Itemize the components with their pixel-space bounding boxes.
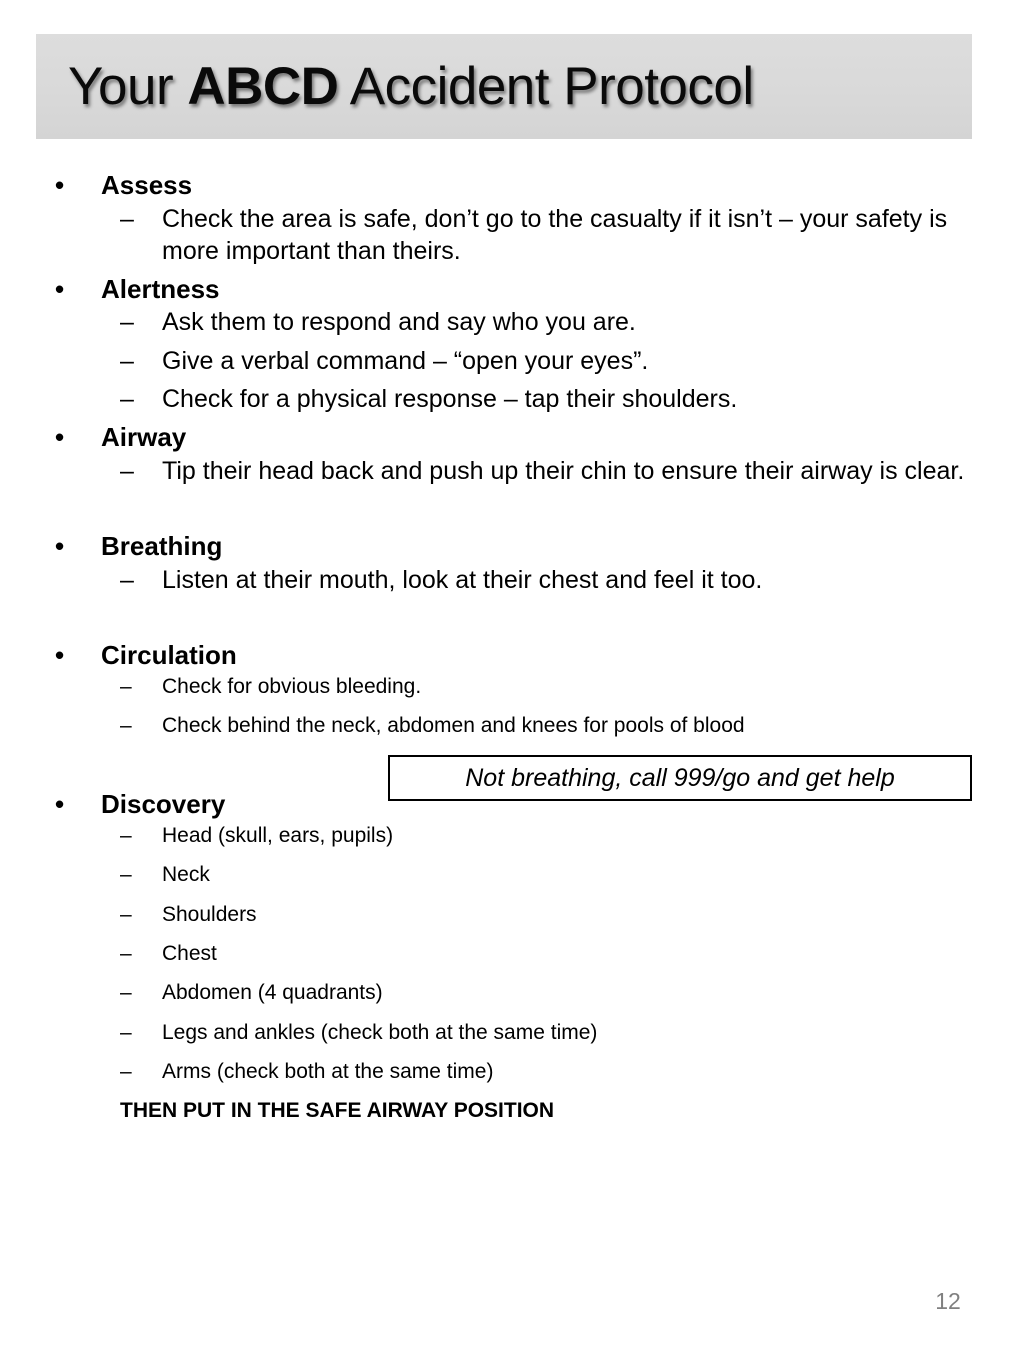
bullet-icon: • bbox=[55, 531, 65, 562]
list-item: – Arms (check both at the same time) bbox=[0, 1058, 1024, 1085]
callout-text: Not breathing, call 999/go and get help bbox=[465, 763, 895, 792]
section-heading: • Assess bbox=[0, 170, 1024, 201]
list-item-label: Listen at their mouth, look at their che… bbox=[162, 565, 763, 594]
list-item: – Listen at their mouth, look at their c… bbox=[0, 564, 1024, 597]
list-item-label: Chest bbox=[162, 942, 217, 966]
dash-icon: – bbox=[120, 1020, 132, 1044]
bullet-icon: • bbox=[55, 421, 65, 452]
section-breathing: • Breathing – Listen at their mouth, loo… bbox=[0, 531, 1024, 596]
list-item-label: Abdomen (4 quadrants) bbox=[162, 981, 383, 1005]
list-item: – Shoulders bbox=[0, 901, 1024, 928]
closing-statement: THEN PUT IN THE SAFE AIRWAY POSITION bbox=[120, 1099, 555, 1123]
list-item: – Head (skull, ears, pupils) bbox=[0, 822, 1024, 849]
title-emphasis: ABCD bbox=[187, 56, 339, 116]
list-item: – Check for a physical response – tap th… bbox=[0, 383, 1024, 416]
list-item: – Ask them to respond and say who you ar… bbox=[0, 306, 1024, 339]
section-assess: • Assess – Check the area is safe, don’t… bbox=[0, 170, 1024, 268]
list-item-label: Arms (check both at the same time) bbox=[162, 1059, 494, 1083]
dash-icon: – bbox=[120, 308, 134, 337]
page-title: Your ABCD Accident Protocol bbox=[68, 56, 754, 116]
bullet-icon: • bbox=[55, 640, 65, 671]
list-item-label: Ask them to respond and say who you are. bbox=[162, 308, 636, 337]
list-item-label: Head (skull, ears, pupils) bbox=[162, 824, 394, 848]
list-item-label: Check behind the neck, abdomen and knees… bbox=[162, 714, 745, 738]
list-item: – Check the area is safe, don’t go to th… bbox=[0, 203, 1024, 268]
list-item: – Legs and ankles (check both at the sam… bbox=[0, 1019, 1024, 1046]
dash-icon: – bbox=[120, 902, 132, 926]
list-item-label: Check the area is safe, don’t go to the … bbox=[162, 204, 948, 266]
section-alertness: • Alertness – Ask them to respond and sa… bbox=[0, 274, 1024, 416]
page-number: 12 bbox=[935, 1288, 961, 1314]
dash-icon: – bbox=[120, 674, 132, 698]
section-heading: • Breathing bbox=[0, 531, 1024, 562]
list-item: – Chest bbox=[0, 940, 1024, 967]
list-item-label: Check for obvious bleeding. bbox=[162, 674, 422, 698]
bullet-icon: • bbox=[55, 789, 65, 820]
list-item-label: Legs and ankles (check both at the same … bbox=[162, 1020, 598, 1044]
section-heading: • Alertness bbox=[0, 274, 1024, 305]
list-item-label: Give a verbal command – “open your eyes”… bbox=[162, 346, 649, 375]
section-discovery: • Discovery – Head (skull, ears, pupils)… bbox=[0, 789, 1024, 1124]
section-circulation: • Circulation – Check for obvious bleedi… bbox=[0, 640, 1024, 739]
dash-icon: – bbox=[120, 824, 132, 848]
section-heading: • Circulation bbox=[0, 640, 1024, 671]
dash-icon: – bbox=[120, 456, 134, 485]
title-suffix: Accident Protocol bbox=[338, 56, 754, 116]
section-heading-label: Alertness bbox=[101, 273, 220, 304]
section-heading-label: Breathing bbox=[101, 531, 223, 562]
section-heading: • Airway bbox=[0, 422, 1024, 453]
list-item-label: Tip their head back and push up their ch… bbox=[162, 456, 965, 485]
dash-icon: – bbox=[120, 942, 132, 966]
section-heading-label: Discovery bbox=[101, 789, 226, 820]
section-airway: • Airway – Tip their head back and push … bbox=[0, 422, 1024, 487]
dash-icon: – bbox=[120, 1059, 132, 1083]
section-heading-label: Circulation bbox=[101, 640, 237, 671]
list-item: – Abdomen (4 quadrants) bbox=[0, 979, 1024, 1006]
dash-icon: – bbox=[120, 565, 134, 594]
bullet-icon: • bbox=[55, 273, 65, 304]
title-prefix: Your bbox=[68, 56, 188, 116]
list-item: – Neck bbox=[0, 861, 1024, 888]
list-item-label: Check for a physical response – tap thei… bbox=[162, 385, 738, 414]
list-item: – Check behind the neck, abdomen and kne… bbox=[0, 712, 1024, 739]
section-heading-label: Airway bbox=[101, 421, 187, 452]
callout-box: Not breathing, call 999/go and get help bbox=[388, 755, 972, 801]
slide-body: • Assess – Check the area is safe, don’t… bbox=[0, 170, 1024, 1129]
list-item: – Tip their head back and push up their … bbox=[0, 455, 1024, 488]
dash-icon: – bbox=[120, 385, 134, 414]
bullet-icon: • bbox=[55, 170, 65, 200]
list-item-label: Shoulders bbox=[162, 902, 257, 926]
list-item: – Give a verbal command – “open your eye… bbox=[0, 345, 1024, 378]
list-item: – Check for obvious bleeding. bbox=[0, 673, 1024, 700]
section-heading-label: Assess bbox=[101, 170, 193, 200]
dash-icon: – bbox=[120, 863, 132, 887]
list-item-label: Neck bbox=[162, 863, 210, 887]
title-band: Your ABCD Accident Protocol bbox=[36, 34, 972, 139]
dash-icon: – bbox=[120, 346, 134, 375]
dash-icon: – bbox=[120, 981, 132, 1005]
dash-icon: – bbox=[120, 204, 134, 233]
dash-icon: – bbox=[120, 714, 132, 738]
